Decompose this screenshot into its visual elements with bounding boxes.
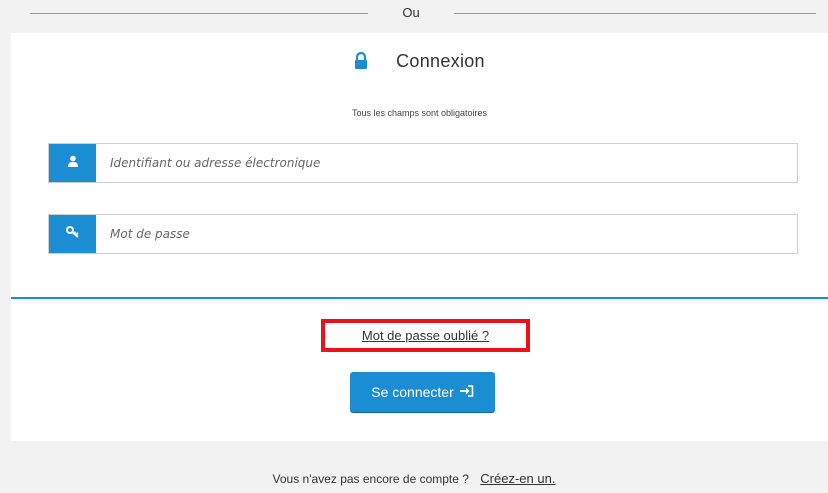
- divider-text: Ou: [402, 5, 420, 20]
- user-icon: [67, 154, 79, 172]
- signup-question: Vous n'avez pas encore de compte ?: [272, 472, 469, 486]
- section-separator: [11, 297, 828, 299]
- divider-line-right: [454, 13, 816, 14]
- login-header: Connexion: [11, 48, 828, 74]
- divider-line-left: [30, 13, 368, 14]
- required-fields-note: Tous les champs sont obligatoires: [351, 108, 488, 118]
- or-divider: Ou: [30, 4, 816, 22]
- username-input[interactable]: [96, 144, 797, 182]
- create-account-link[interactable]: Créez-en un.: [480, 471, 555, 486]
- login-title: Connexion: [396, 50, 485, 71]
- password-input[interactable]: [96, 215, 797, 253]
- password-addon: [49, 215, 96, 253]
- lock-icon: [354, 51, 368, 70]
- password-field[interactable]: [48, 214, 798, 254]
- login-button[interactable]: Se connecter: [350, 372, 495, 412]
- forgot-password-highlight: Mot de passe oublié ?: [321, 319, 530, 352]
- login-button-label: Se connecter: [371, 384, 454, 400]
- login-card: Connexion Tous les champs sont obligatoi…: [11, 33, 828, 441]
- sign-in-icon: [459, 384, 474, 400]
- username-addon: [49, 144, 96, 182]
- key-icon: [65, 225, 80, 243]
- signup-prompt: Vous n'avez pas encore de compte ? Créez…: [0, 471, 828, 486]
- forgot-password-link[interactable]: Mot de passe oublié ?: [362, 328, 489, 343]
- username-field[interactable]: [48, 143, 798, 183]
